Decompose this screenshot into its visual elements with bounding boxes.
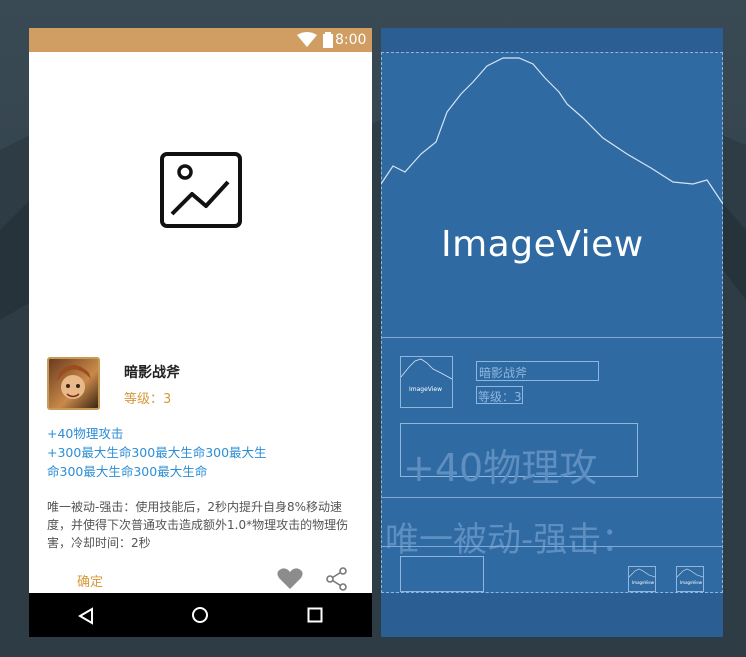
status-time: 8:00 xyxy=(335,32,367,48)
home-icon[interactable] xyxy=(191,606,209,624)
share-icon[interactable] xyxy=(326,567,348,591)
image-placeholder-icon xyxy=(160,152,242,228)
blueprint-divider-3 xyxy=(381,546,723,547)
item-stats: +40物理攻击 +300最大生命300最大生命300最大生 命300最大生命30… xyxy=(47,424,277,481)
blueprint-thumb-box: ImageView xyxy=(400,356,453,408)
wifi-icon xyxy=(297,32,317,47)
passive-description: 唯一被动-强击：使用技能后，2秒内提升自身8%移动速度，并使得下次普通攻击造成额… xyxy=(47,500,349,550)
blueprint-divider-1 xyxy=(381,337,723,338)
stat-line-2: +300最大生命300最大生命300最大生 xyxy=(47,445,267,460)
blueprint-level-box: 等级：3 xyxy=(476,386,523,404)
blueprint-level-label: 等级：3 xyxy=(478,390,522,404)
battery-icon xyxy=(323,32,333,48)
blueprint-view: ImageView ImageView 暗影战斧 等级：3 +40物理攻 唯一被… xyxy=(381,28,723,637)
blueprint-stats-label: +40物理攻 xyxy=(403,446,598,490)
status-bar: 8:00 xyxy=(29,28,372,52)
back-icon[interactable] xyxy=(77,607,95,625)
imageview-label: ImageView xyxy=(441,224,644,265)
hero-name: 暗影战斧 xyxy=(124,365,180,381)
stat-line-3: 命300最大生命300最大生命 xyxy=(47,464,208,479)
blueprint-heart-label: ImageView xyxy=(632,580,655,585)
phone-preview: 8:00 暗影战斧 等级：3 +40物理攻击 +300最大生命300最大生命30… xyxy=(29,28,372,637)
hero-level: 等级：3 xyxy=(124,392,172,407)
blueprint-passive-label: 唯一被动-强击： xyxy=(385,520,636,560)
blueprint-share-box: ImageView xyxy=(676,566,704,592)
blueprint-name-box: 暗影战斧 xyxy=(476,361,599,381)
blueprint-heart-box: ImageView xyxy=(628,566,656,592)
heart-icon[interactable] xyxy=(277,567,303,591)
blueprint-share-label: ImageView xyxy=(680,580,703,585)
stat-line-1: +40物理攻击 xyxy=(47,426,124,441)
confirm-button[interactable]: 确定 xyxy=(77,571,103,590)
blueprint-name-label: 暗影战斧 xyxy=(479,366,528,380)
blueprint-thumb-label: ImageView xyxy=(409,386,443,393)
blueprint-divider-2 xyxy=(381,497,723,498)
hero-avatar xyxy=(47,357,100,410)
navigation-bar xyxy=(29,593,372,637)
recent-apps-icon[interactable] xyxy=(307,607,323,623)
blueprint-button-box xyxy=(400,556,484,592)
